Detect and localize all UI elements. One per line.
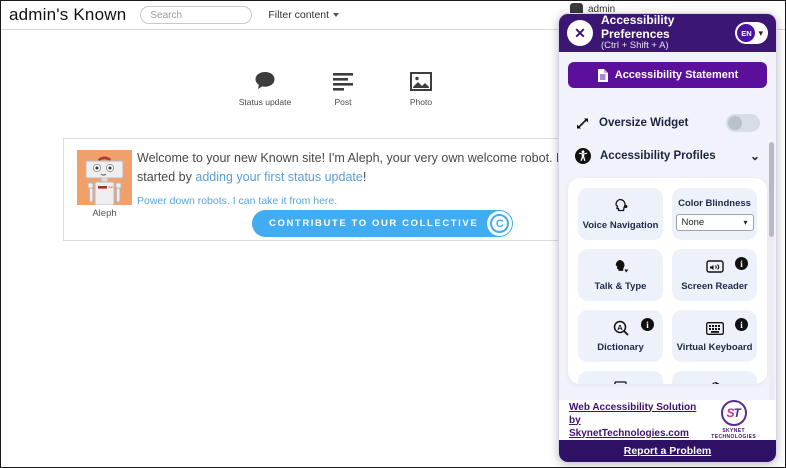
page: admin's Known Search Filter content admi… (0, 0, 786, 468)
tile-voice-navigation[interactable]: Voice Navigation (578, 188, 663, 240)
tile-label: Virtual Keyboard (676, 342, 753, 353)
read-mode-icon (614, 380, 627, 384)
panel-scrollbar[interactable] (769, 142, 774, 420)
panel-title: Accessibility Preferences (601, 13, 675, 41)
tile-label: Screen Reader (681, 281, 748, 292)
content-type-label: Photo (409, 97, 433, 107)
voice-navigation-icon (612, 197, 629, 215)
welcome-message: Welcome to your new Known site! I'm Alep… (137, 149, 607, 188)
skynet-logo[interactable]: ST SKYNET TECHNOLOGIES (701, 400, 766, 440)
first-status-update-link[interactable]: adding your first status update (195, 170, 362, 184)
tile-dictionary[interactable]: i A Dictionary (578, 310, 663, 362)
scrollbar-thumb[interactable] (769, 142, 774, 237)
oversize-widget-label: Oversize Widget (599, 117, 689, 129)
resize-arrows-icon (577, 118, 588, 128)
oversize-widget-row: Oversize Widget (575, 114, 760, 132)
talk-type-icon (612, 258, 630, 276)
report-problem-link[interactable]: Report a Problem (624, 445, 712, 457)
panel-footer: Web Accessibility Solution by SkynetTech… (559, 400, 776, 440)
virtual-keyboard-icon (705, 319, 724, 337)
robot-avatar: Aleph (77, 150, 132, 219)
content-type-label: Status update (238, 97, 292, 107)
accessibility-statement-label: Accessibility Statement (614, 69, 739, 81)
tile-label: Voice Navigation (582, 220, 659, 231)
accessibility-panel: ✕ Accessibility Preferences (Ctrl + Shif… (558, 13, 777, 463)
skynet-logo-icon: ST (720, 400, 747, 426)
dismiss-robot-link[interactable]: Power down robots. I can take it from he… (137, 195, 337, 207)
accessibility-profiles-row[interactable]: Accessibility Profiles ⌄ (575, 148, 760, 164)
speech-bubble-icon (254, 65, 276, 91)
close-icon[interactable]: ✕ (567, 20, 593, 46)
skynet-website-link[interactable]: Web Accessibility Solution by SkynetTech… (569, 401, 701, 440)
color-blindness-select[interactable]: None ▾ (675, 213, 754, 231)
accessibility-panel-header: ✕ Accessibility Preferences (Ctrl + Shif… (559, 14, 776, 52)
svg-text:A: A (617, 323, 623, 332)
oversize-widget-toggle[interactable] (726, 114, 760, 132)
tile-color-blindness[interactable]: Color Blindness None ▾ (672, 188, 757, 240)
language-selector[interactable]: EN ▾ (735, 22, 768, 44)
search-placeholder: Search (150, 9, 183, 21)
chevron-down-icon: ▾ (743, 217, 748, 227)
site-title: admin's Known (9, 5, 127, 24)
picture-icon (410, 65, 432, 91)
info-icon[interactable]: i (735, 257, 748, 270)
welcome-message-end: ! (362, 170, 367, 185)
color-blindness-value: None (681, 216, 705, 228)
footer-line2: SkynetTechnologies.com (569, 427, 689, 439)
tile-virtual-keyboard[interactable]: i Virtual Keyboard (672, 310, 757, 362)
robot-name: Aleph (92, 208, 117, 219)
feature-tiles-grid: Voice Navigation Color Blindness None ▾ … (578, 188, 757, 384)
robot-illustration (77, 150, 132, 205)
chevron-down-icon (333, 13, 340, 17)
tile-talk-and-type[interactable]: Talk & Type (578, 249, 663, 301)
screen-reader-icon (705, 258, 724, 276)
toggle-knob (728, 116, 742, 130)
contribute-button-label: CONTRIBUTE TO OUR COLLECTIVE (269, 218, 479, 229)
language-badge: EN (737, 24, 756, 42)
contribute-button[interactable]: CONTRIBUTE TO OUR COLLECTIVE C (252, 210, 514, 237)
filter-label: Filter content (268, 9, 330, 21)
accessibility-statement-button[interactable]: Accessibility Statement (568, 62, 767, 88)
accessibility-person-icon (575, 148, 591, 164)
info-icon[interactable]: i (735, 318, 748, 331)
content-type-row: Status update Post Photo (237, 65, 449, 107)
known-logo-icon: C (487, 211, 513, 236)
tile-read-mode[interactable]: Read Mode (578, 371, 663, 384)
content-type-label: Post (334, 97, 352, 107)
new-status-update-button[interactable]: Status update (237, 65, 293, 107)
skynet-brand-name: SKYNET TECHNOLOGIES (711, 428, 757, 440)
tile-label: Color Blindness (678, 197, 751, 209)
tile-label: Talk & Type (594, 281, 647, 292)
tile-reading-mask[interactable]: Reading Mask (672, 371, 757, 384)
new-photo-button[interactable]: Photo (393, 65, 449, 107)
search-input[interactable]: Search (140, 6, 253, 24)
info-icon[interactable]: i (641, 318, 654, 331)
document-icon (597, 68, 608, 82)
chevron-down-icon: ▾ (758, 27, 763, 38)
welcome-card: Aleph Welcome to your new Known site! I'… (63, 138, 620, 241)
new-post-button[interactable]: Post (315, 65, 371, 107)
tile-label: Dictionary (597, 342, 644, 353)
dictionary-icon: A (613, 319, 629, 337)
panel-shortcut: (Ctrl + Shift + A) (601, 40, 669, 52)
footer-line1: Web Accessibility Solution by (569, 401, 697, 426)
filter-content-dropdown[interactable]: Filter content (268, 9, 340, 21)
report-problem-bar[interactable]: Report a Problem (559, 440, 776, 462)
feature-tiles-card: Voice Navigation Color Blindness None ▾ … (568, 178, 767, 384)
text-lines-icon (333, 65, 353, 91)
reading-mask-icon (706, 380, 723, 384)
chevron-down-icon[interactable]: ⌄ (750, 149, 760, 163)
accessibility-panel-titles: Accessibility Preferences (Ctrl + Shift … (601, 13, 727, 52)
accessibility-profiles-label: Accessibility Profiles (600, 150, 716, 162)
tile-screen-reader[interactable]: i Screen Reader (672, 249, 757, 301)
